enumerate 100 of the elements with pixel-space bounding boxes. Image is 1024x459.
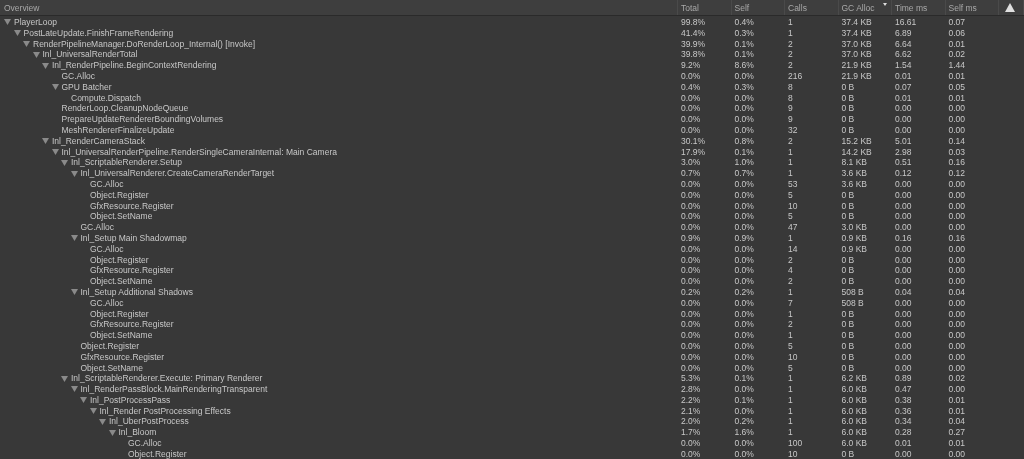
sample-name[interactable]: Inl_Setup Main Shadowmap (80, 232, 187, 244)
table-cell: 7 (788, 297, 793, 309)
table-cell: 0.4% (681, 81, 701, 93)
table-cell: 0.0% (681, 254, 701, 266)
table-cell: 1.54 (895, 60, 912, 71)
sample-name[interactable]: GPU Batcher (61, 81, 112, 93)
sample-name[interactable]: RenderPipelineManager.DoRenderLoop_Internal() [Invoke] (33, 38, 256, 50)
expand-arrow-icon[interactable] (108, 429, 116, 436)
sample-name[interactable]: Inl_PostProcessPass (90, 394, 171, 406)
sample-name[interactable]: Object.Register (128, 448, 187, 459)
table-cell: 0.0% (681, 351, 701, 363)
sample-name[interactable]: Inl_Bloom (118, 427, 157, 439)
expand-arrow-icon[interactable] (99, 418, 106, 425)
sample-name[interactable]: Inl_RenderCameraStack (52, 135, 146, 147)
table-cell: 0.0% (734, 71, 754, 82)
column-header[interactable]: Self ms (945, 0, 999, 15)
sample-name[interactable]: Inl_UniversalRenderPipeline.RenderSingleCameraInternal: Main Camera (61, 146, 337, 158)
sample-name[interactable]: Inl_UniversalRenderer.CreateCameraRenderTarget (80, 168, 275, 179)
table-cell: 0.00 (895, 189, 912, 201)
sample-name[interactable]: RenderLoop.CleanupNodeQueue (61, 103, 189, 115)
sample-name[interactable]: GC.Alloc (128, 438, 162, 449)
expand-arrow-icon[interactable] (70, 289, 78, 296)
table-cell: 0.01 (948, 394, 966, 406)
sample-name[interactable]: GfxResource.Register (90, 265, 174, 277)
table-cell: 0 B (841, 92, 855, 104)
sample-name[interactable]: PostLateUpdate.FinishFrameRendering (23, 27, 174, 39)
sample-name[interactable]: PrepareUpdateRendererBoundingVolumes (61, 114, 224, 125)
expand-arrow-icon[interactable] (13, 30, 21, 37)
table-cell: 1 (788, 146, 793, 158)
sample-name[interactable]: Object.Register (90, 308, 149, 320)
table-cell: 5 (788, 211, 793, 223)
table-cell: 0.00 (948, 222, 966, 233)
table-cell: 0.8% (734, 135, 754, 147)
sample-name[interactable]: Inl_UberPostProcess (109, 416, 189, 428)
column-header[interactable]: Total (678, 0, 732, 15)
expand-arrow-icon[interactable] (51, 84, 59, 91)
expand-arrow-icon[interactable] (42, 62, 49, 69)
sample-name[interactable]: Inl_ScriptableRenderer.Execute: Primary Renderer (71, 373, 263, 385)
expand-arrow-icon[interactable] (80, 397, 87, 404)
expand-arrow-icon[interactable] (61, 375, 68, 382)
table-cell: 0 B (841, 254, 855, 266)
table-cell: 2.98 (895, 146, 912, 158)
table-cell: 0.0% (734, 297, 754, 309)
table-cell: 0.0% (681, 308, 701, 320)
sample-name[interactable]: GfxResource.Register (90, 319, 174, 331)
table-cell: 1 (788, 427, 793, 439)
sample-name[interactable]: PlayerLoop (14, 17, 57, 28)
expand-arrow-icon[interactable] (23, 41, 30, 47)
column-header[interactable]: Self (731, 0, 785, 15)
sample-name[interactable]: Object.Register (90, 254, 149, 266)
sample-name[interactable]: GC.Alloc (80, 222, 115, 233)
expand-arrow-icon[interactable] (70, 235, 78, 242)
table-cell: 0.00 (895, 222, 912, 233)
table-cell: 8 (788, 81, 793, 93)
table-cell: 0 B (841, 362, 855, 374)
sample-name[interactable]: Inl_ScriptableRenderer.Setup (71, 157, 183, 169)
table-cell: 0.0% (681, 200, 701, 212)
sample-name[interactable]: GC.Alloc (90, 297, 124, 309)
expand-arrow-icon[interactable] (42, 138, 49, 145)
table-cell: 17.9% (681, 146, 706, 158)
table-cell: 4 (788, 265, 793, 277)
column-header[interactable]: Overview (0, 0, 678, 15)
sample-name[interactable]: Object.SetName (90, 211, 153, 223)
expand-arrow-icon[interactable] (70, 170, 78, 177)
sample-name[interactable]: GC.Alloc (90, 178, 124, 190)
table-cell: 1 (788, 330, 793, 341)
column-header[interactable]: Calls (785, 0, 839, 15)
sample-name[interactable]: GC.Alloc (90, 243, 124, 255)
expand-arrow-icon[interactable] (51, 148, 59, 155)
table-cell: 1 (788, 168, 793, 179)
expand-arrow-icon[interactable] (89, 408, 97, 415)
expand-arrow-icon[interactable] (70, 386, 78, 393)
sample-name[interactable]: Object.Register (80, 340, 140, 352)
table-cell: 1 (788, 394, 793, 406)
sample-name[interactable]: Compute.Dispatch (71, 92, 141, 104)
sample-name[interactable]: Object.SetName (80, 362, 143, 374)
sample-name[interactable]: Inl_Setup Additional Shadows (80, 286, 193, 298)
table-cell: 0.00 (948, 384, 966, 395)
column-header[interactable]: Time ms (892, 0, 946, 15)
expand-arrow-icon[interactable] (4, 19, 11, 26)
sample-name[interactable]: Inl_RenderPassBlock.MainRenderingTransparent (80, 384, 268, 395)
column-menu-icon[interactable] (1005, 3, 1015, 12)
sample-name[interactable]: GfxResource.Register (80, 351, 165, 363)
sample-name[interactable]: Object.Register (90, 189, 149, 201)
sample-name[interactable]: Object.SetName (90, 330, 153, 341)
sample-name[interactable]: GC.Alloc (61, 71, 96, 82)
table-cell: 2 (788, 276, 793, 287)
sample-name[interactable]: Inl_UniversalRenderTotal (42, 49, 138, 61)
expand-arrow-icon[interactable] (32, 51, 40, 58)
table-cell: 47 (788, 222, 798, 233)
sample-name[interactable]: Inl_RenderPipeline.BeginContextRendering (52, 60, 217, 71)
sample-name[interactable]: GfxResource.Register (90, 200, 174, 212)
column-header[interactable]: GC Alloc (838, 0, 892, 15)
table-cell: 0 B (841, 103, 855, 115)
sample-name[interactable]: Object.SetName (90, 276, 153, 287)
table-cell: 0.7% (734, 168, 754, 179)
sample-name[interactable]: MeshRendererFinalizeUpdate (61, 124, 175, 136)
table-cell: 0.12 (895, 168, 912, 179)
expand-arrow-icon[interactable] (61, 159, 68, 166)
sample-name[interactable]: Inl_Render PostProcessing Effects (99, 405, 231, 417)
